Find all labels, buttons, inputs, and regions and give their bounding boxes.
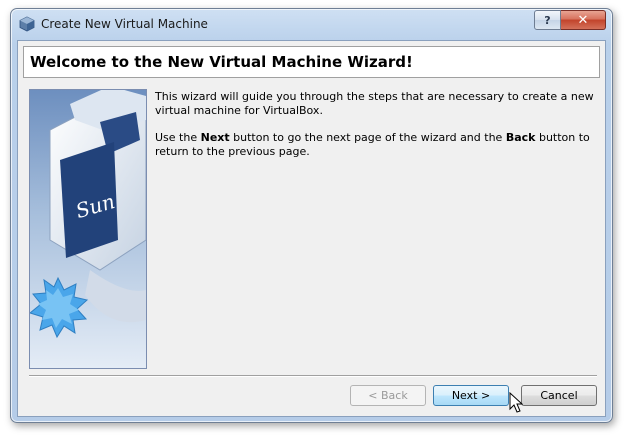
next-button[interactable]: Next > — [433, 385, 509, 406]
wizard-window: Create New Virtual Machine ? ✕ Welcome t… — [10, 8, 613, 423]
wizard-description: This wizard will guide you through the s… — [155, 90, 595, 172]
title-bar[interactable]: Create New Virtual Machine ? ✕ — [11, 9, 612, 40]
instruction-next-word: Next — [200, 131, 230, 144]
intro-paragraph: This wizard will guide you through the s… — [155, 90, 594, 117]
instruction-back-word: Back — [505, 131, 536, 144]
page-title: Welcome to the New Virtual Machine Wizar… — [30, 53, 413, 71]
instruction-text-1: Use the — [155, 131, 201, 144]
caption-buttons: ? ✕ — [534, 10, 606, 30]
instructions-paragraph: Use the Next button to go the next page … — [155, 131, 595, 159]
virtualbox-icon — [19, 16, 35, 32]
close-icon: ✕ — [577, 12, 589, 28]
instruction-text-2: button to go the next page of the wizard… — [229, 131, 506, 144]
window-title: Create New Virtual Machine — [41, 17, 208, 31]
button-separator — [29, 375, 597, 377]
cancel-button[interactable]: Cancel — [521, 385, 597, 406]
wizard-header: Welcome to the New Virtual Machine Wizar… — [23, 46, 600, 78]
mouse-pointer-icon — [509, 392, 523, 413]
virtualbox-logo-illustration: Sun — [30, 90, 146, 368]
close-button[interactable]: ✕ — [561, 10, 606, 30]
wizard-client-area: Welcome to the New Virtual Machine Wizar… — [17, 40, 606, 417]
back-button[interactable]: < Back — [350, 385, 426, 406]
help-button[interactable]: ? — [534, 10, 561, 30]
wizard-side-image: Sun — [29, 89, 147, 369]
